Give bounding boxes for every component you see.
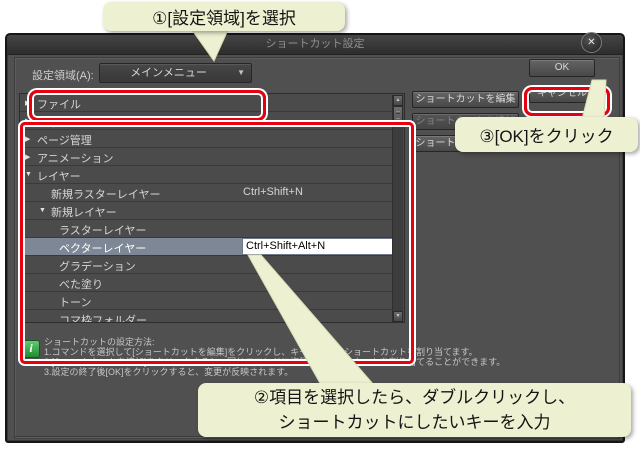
cancel-button[interactable]: キャンセル — [529, 85, 595, 103]
list-item[interactable]: コマ枠フォルダー — [20, 310, 392, 323]
list-item-label: レイヤー — [37, 171, 81, 183]
annotation-step1-text: ①[設定領域]を選択 — [152, 9, 296, 28]
scrollbar-thumb[interactable] — [393, 106, 403, 127]
list-item[interactable]: ▶ アニメーション — [20, 148, 392, 166]
list-item[interactable]: ▶ ファイル — [20, 94, 392, 112]
annotation-step3-text: ③[OK]をクリック — [479, 127, 614, 146]
dialog-titlebar[interactable]: ショートカット設定 — [7, 35, 623, 55]
annotation-step1: ①[設定領域]を選択 — [103, 2, 345, 31]
annotation-step2-line2: ショートカットにしたいキーを入力 — [278, 413, 551, 432]
shortcut-help-text: ショートカットの設定方法: 1.コマンドを選択して[ショートカットを編集]をクリ… — [44, 337, 619, 377]
help-line-3: 3.設定の終了後[OK]をクリックすると、変更が反映されます。 — [44, 367, 294, 377]
list-item-label: トーン — [59, 297, 92, 309]
list-item[interactable]: ▼ 新規レイヤー — [20, 202, 392, 220]
tree-collapsed-icon[interactable]: ▶ — [25, 153, 30, 161]
list-item[interactable]: グラデーション — [20, 256, 392, 274]
ok-button[interactable]: OK — [529, 59, 595, 77]
list-item[interactable]: ▶ 編集 — [20, 112, 392, 130]
list-item[interactable]: 新規ラスターレイヤー Ctrl+Shift+N — [20, 184, 392, 202]
info-icon: i — [22, 340, 40, 358]
chevron-down-icon: ▼ — [237, 68, 245, 77]
list-scrollbar[interactable]: ▲ ▼ — [392, 95, 403, 322]
shortcut-edit-input[interactable]: Ctrl+Shift+Alt+N — [242, 238, 394, 255]
list-item[interactable]: べた塗り — [20, 274, 392, 292]
tree-collapsed-icon[interactable]: ▶ — [25, 99, 30, 107]
setting-area-dropdown[interactable]: メインメニュー ▼ — [99, 63, 252, 83]
list-item-label: ファイル — [37, 99, 81, 111]
setting-area-value: メインメニュー — [130, 67, 207, 79]
tree-collapsed-icon[interactable]: ▶ — [25, 135, 30, 143]
annotation-step2: ②項目を選択したら、ダブルクリックし、 ショートカットにしたいキーを入力 — [198, 383, 631, 437]
shortcut-list: コマ枠フォルダー トーン べた塗り グラデーション ベクターレイヤー Ctrl+Shift… — [19, 93, 405, 323]
list-item[interactable]: ラスターレイヤー — [20, 220, 392, 238]
edit-shortcut-button[interactable]: ショートカットを編集 — [412, 91, 519, 108]
list-item[interactable]: ▶ ページ管理 — [20, 130, 392, 148]
tree-collapsed-icon[interactable]: ▶ — [25, 117, 30, 125]
list-item-label: ベクターレイヤー — [59, 243, 147, 255]
list-item-label: 新規レイヤー — [51, 207, 117, 219]
setting-area-label: 設定領域(A): — [32, 70, 94, 82]
scroll-up-icon[interactable]: ▲ — [393, 95, 403, 106]
list-item-label: コマ枠フォルダー — [59, 315, 147, 323]
list-item[interactable]: ベクターレイヤー Ctrl+Shift+Alt+N — [20, 238, 394, 256]
list-item-label: アニメーション — [37, 153, 114, 165]
list-item-label: グラデーション — [59, 261, 136, 273]
help-heading: ショートカットの設定方法: — [44, 337, 155, 347]
shortcut-settings-dialog: ショートカット設定 ✕ 設定領域(A): メインメニュー ▼ コマ枠フォルダー ト… — [5, 32, 625, 443]
help-line-1: 1.コマンドを選択して[ショートカットを編集]をクリックし、キーを押してショート… — [44, 347, 478, 357]
close-button[interactable]: ✕ — [581, 32, 602, 53]
list-item-label: 編集 — [37, 117, 59, 129]
list-item[interactable]: ▼ レイヤー — [20, 166, 392, 184]
list-item-label: ページ管理 — [37, 135, 92, 147]
list-item-label: 新規ラスターレイヤー — [51, 189, 161, 201]
list-item-label: べた塗り — [59, 279, 103, 291]
list-item-label: ラスターレイヤー — [59, 225, 147, 237]
annotation-step3: ③[OK]をクリック — [455, 117, 638, 152]
close-icon: ✕ — [587, 37, 596, 48]
list-item[interactable]: トーン — [20, 292, 392, 310]
scroll-down-icon[interactable]: ▼ — [393, 311, 403, 322]
annotation-step2-line1: ②項目を選択したら、ダブルクリックし、 — [253, 388, 576, 407]
tree-expanded-icon[interactable]: ▼ — [25, 171, 32, 178]
help-line-2: 2.[ショートカットを追加]をクリックすると、同じコマンドに複数のショートカット… — [44, 357, 506, 367]
shortcut-value: Ctrl+Shift+N — [243, 186, 303, 198]
dialog-title: ショートカット設定 — [265, 38, 365, 50]
screenshot-canvas: ショートカット設定 ✕ 設定領域(A): メインメニュー ▼ コマ枠フォルダー ト… — [0, 0, 640, 450]
tree-expanded-icon[interactable]: ▼ — [39, 207, 46, 214]
